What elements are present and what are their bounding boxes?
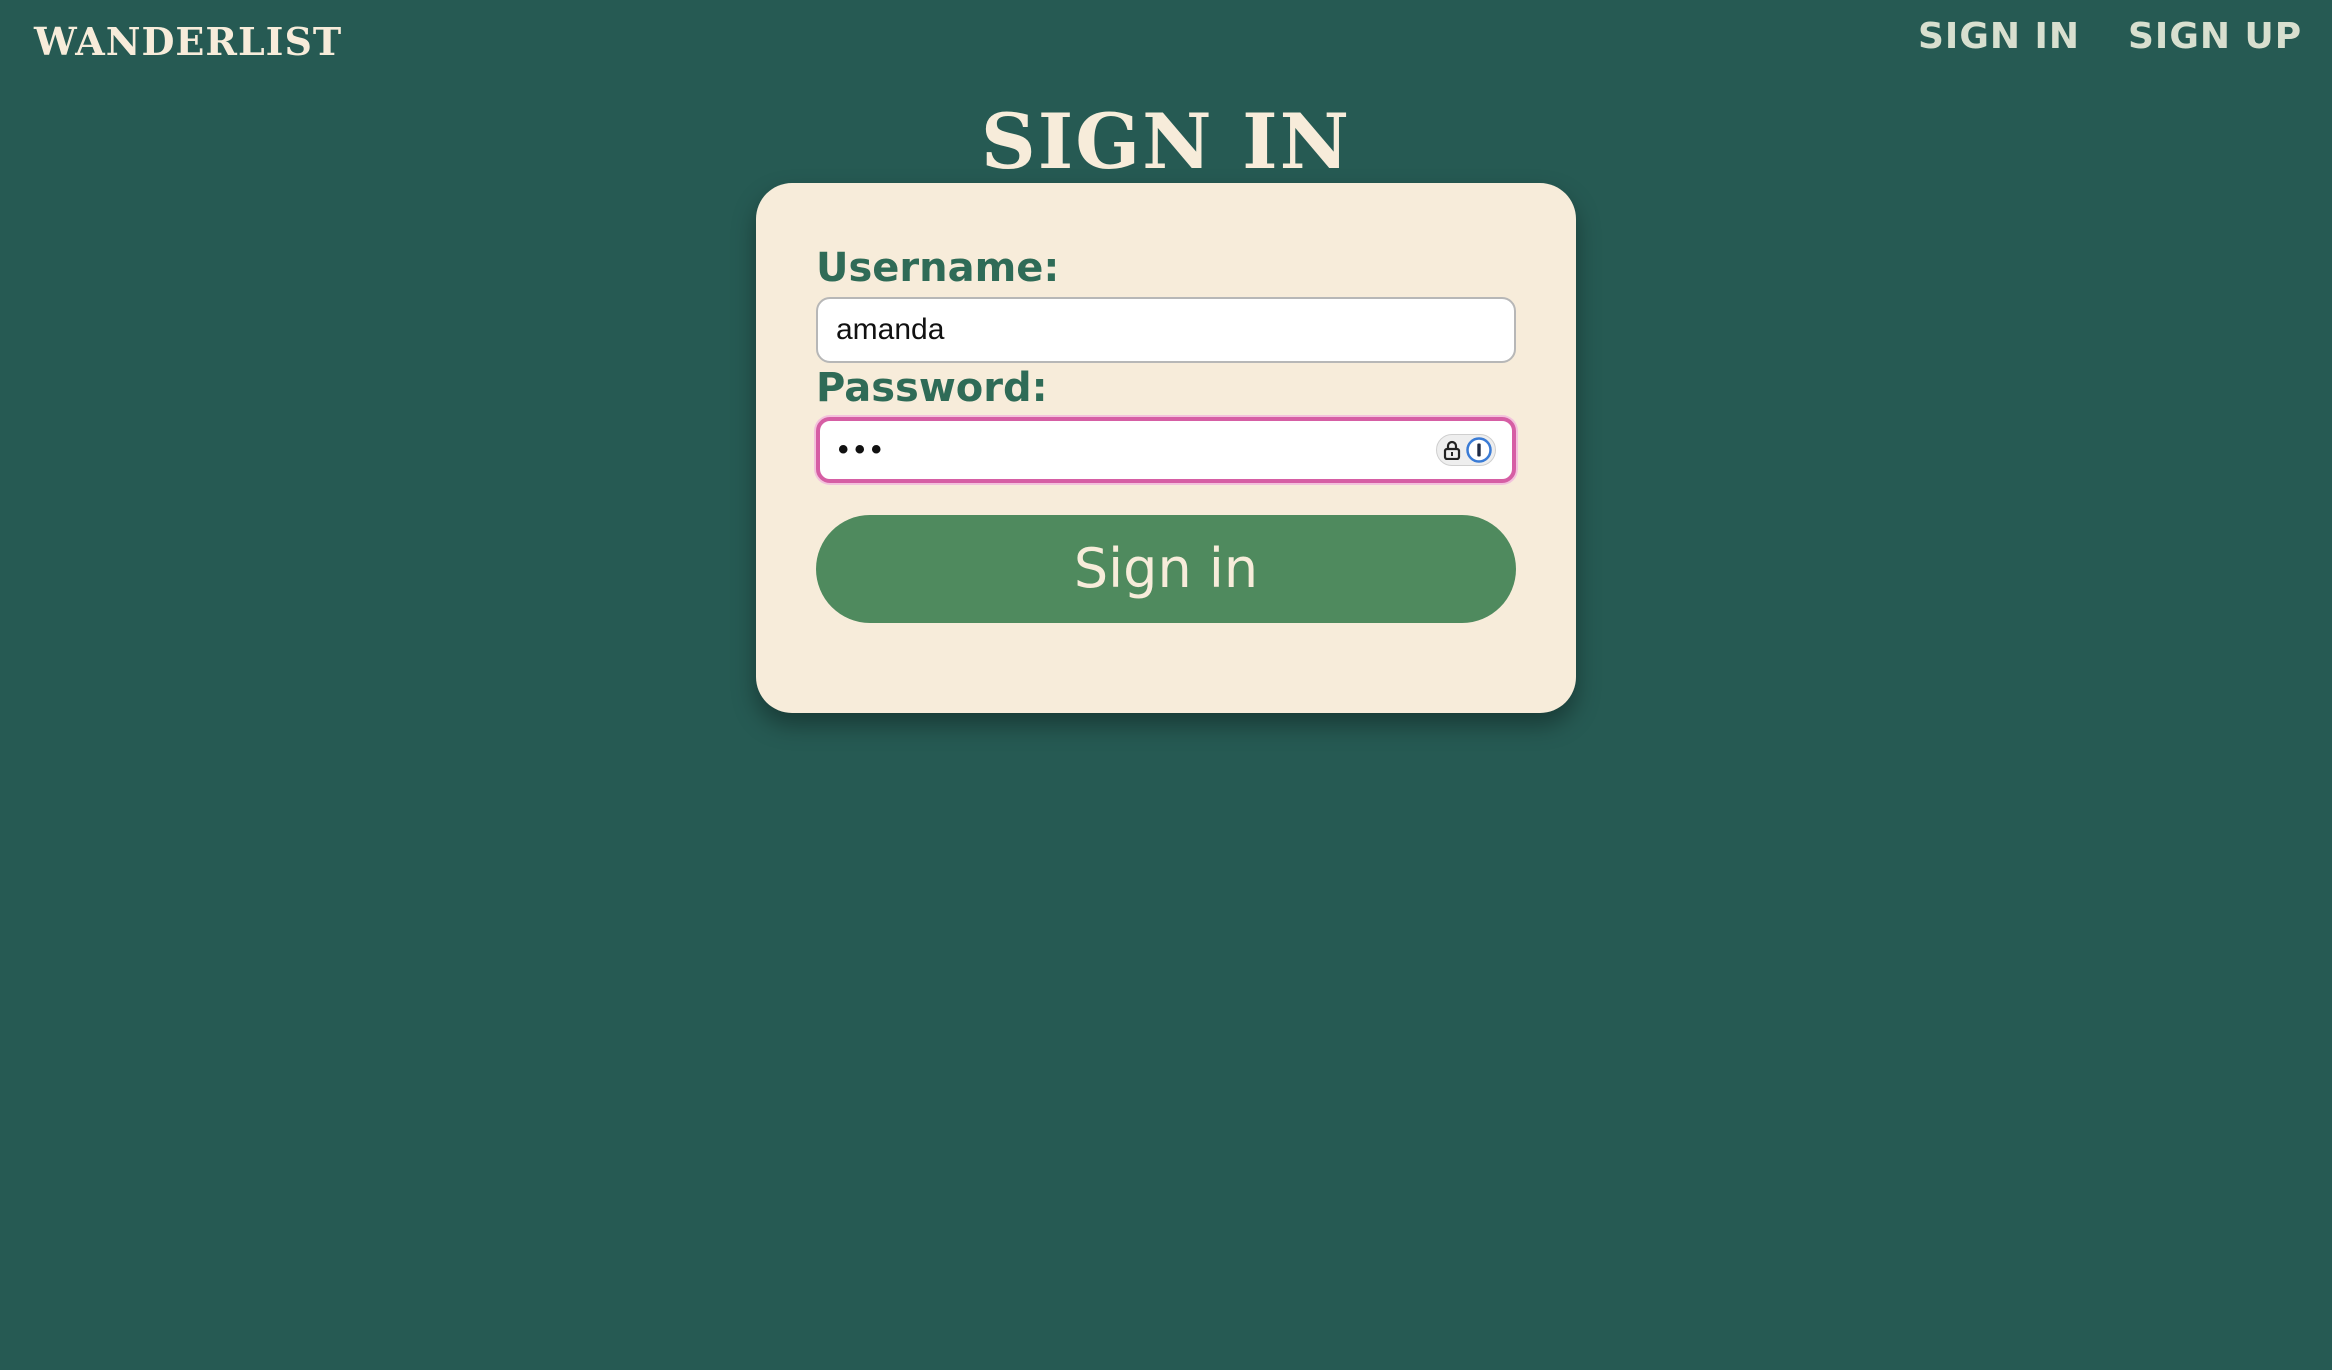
username-label: Username: (816, 245, 1060, 291)
brand-logo[interactable]: wanderlist (34, 4, 342, 68)
password-input[interactable]: ••• (816, 417, 1516, 483)
sign-in-button[interactable]: Sign in (816, 515, 1516, 623)
password-mask: ••• (838, 433, 888, 466)
nav-sign-in-link[interactable]: Sign in (1918, 16, 2080, 57)
nav-sign-up-link[interactable]: Sign up (2128, 16, 2302, 57)
lock-icon (1443, 440, 1461, 460)
username-input[interactable]: amanda (816, 297, 1516, 363)
page-title: Sign in (980, 97, 1352, 186)
password-label: Password: (816, 365, 1048, 411)
sign-in-card: Username: amanda Password: ••• Sign in (756, 183, 1576, 713)
password-manager-icon[interactable] (1466, 437, 1492, 463)
password-manager-widget[interactable] (1436, 434, 1496, 466)
top-navigation: wanderlist Sign in Sign up (0, 0, 2332, 80)
